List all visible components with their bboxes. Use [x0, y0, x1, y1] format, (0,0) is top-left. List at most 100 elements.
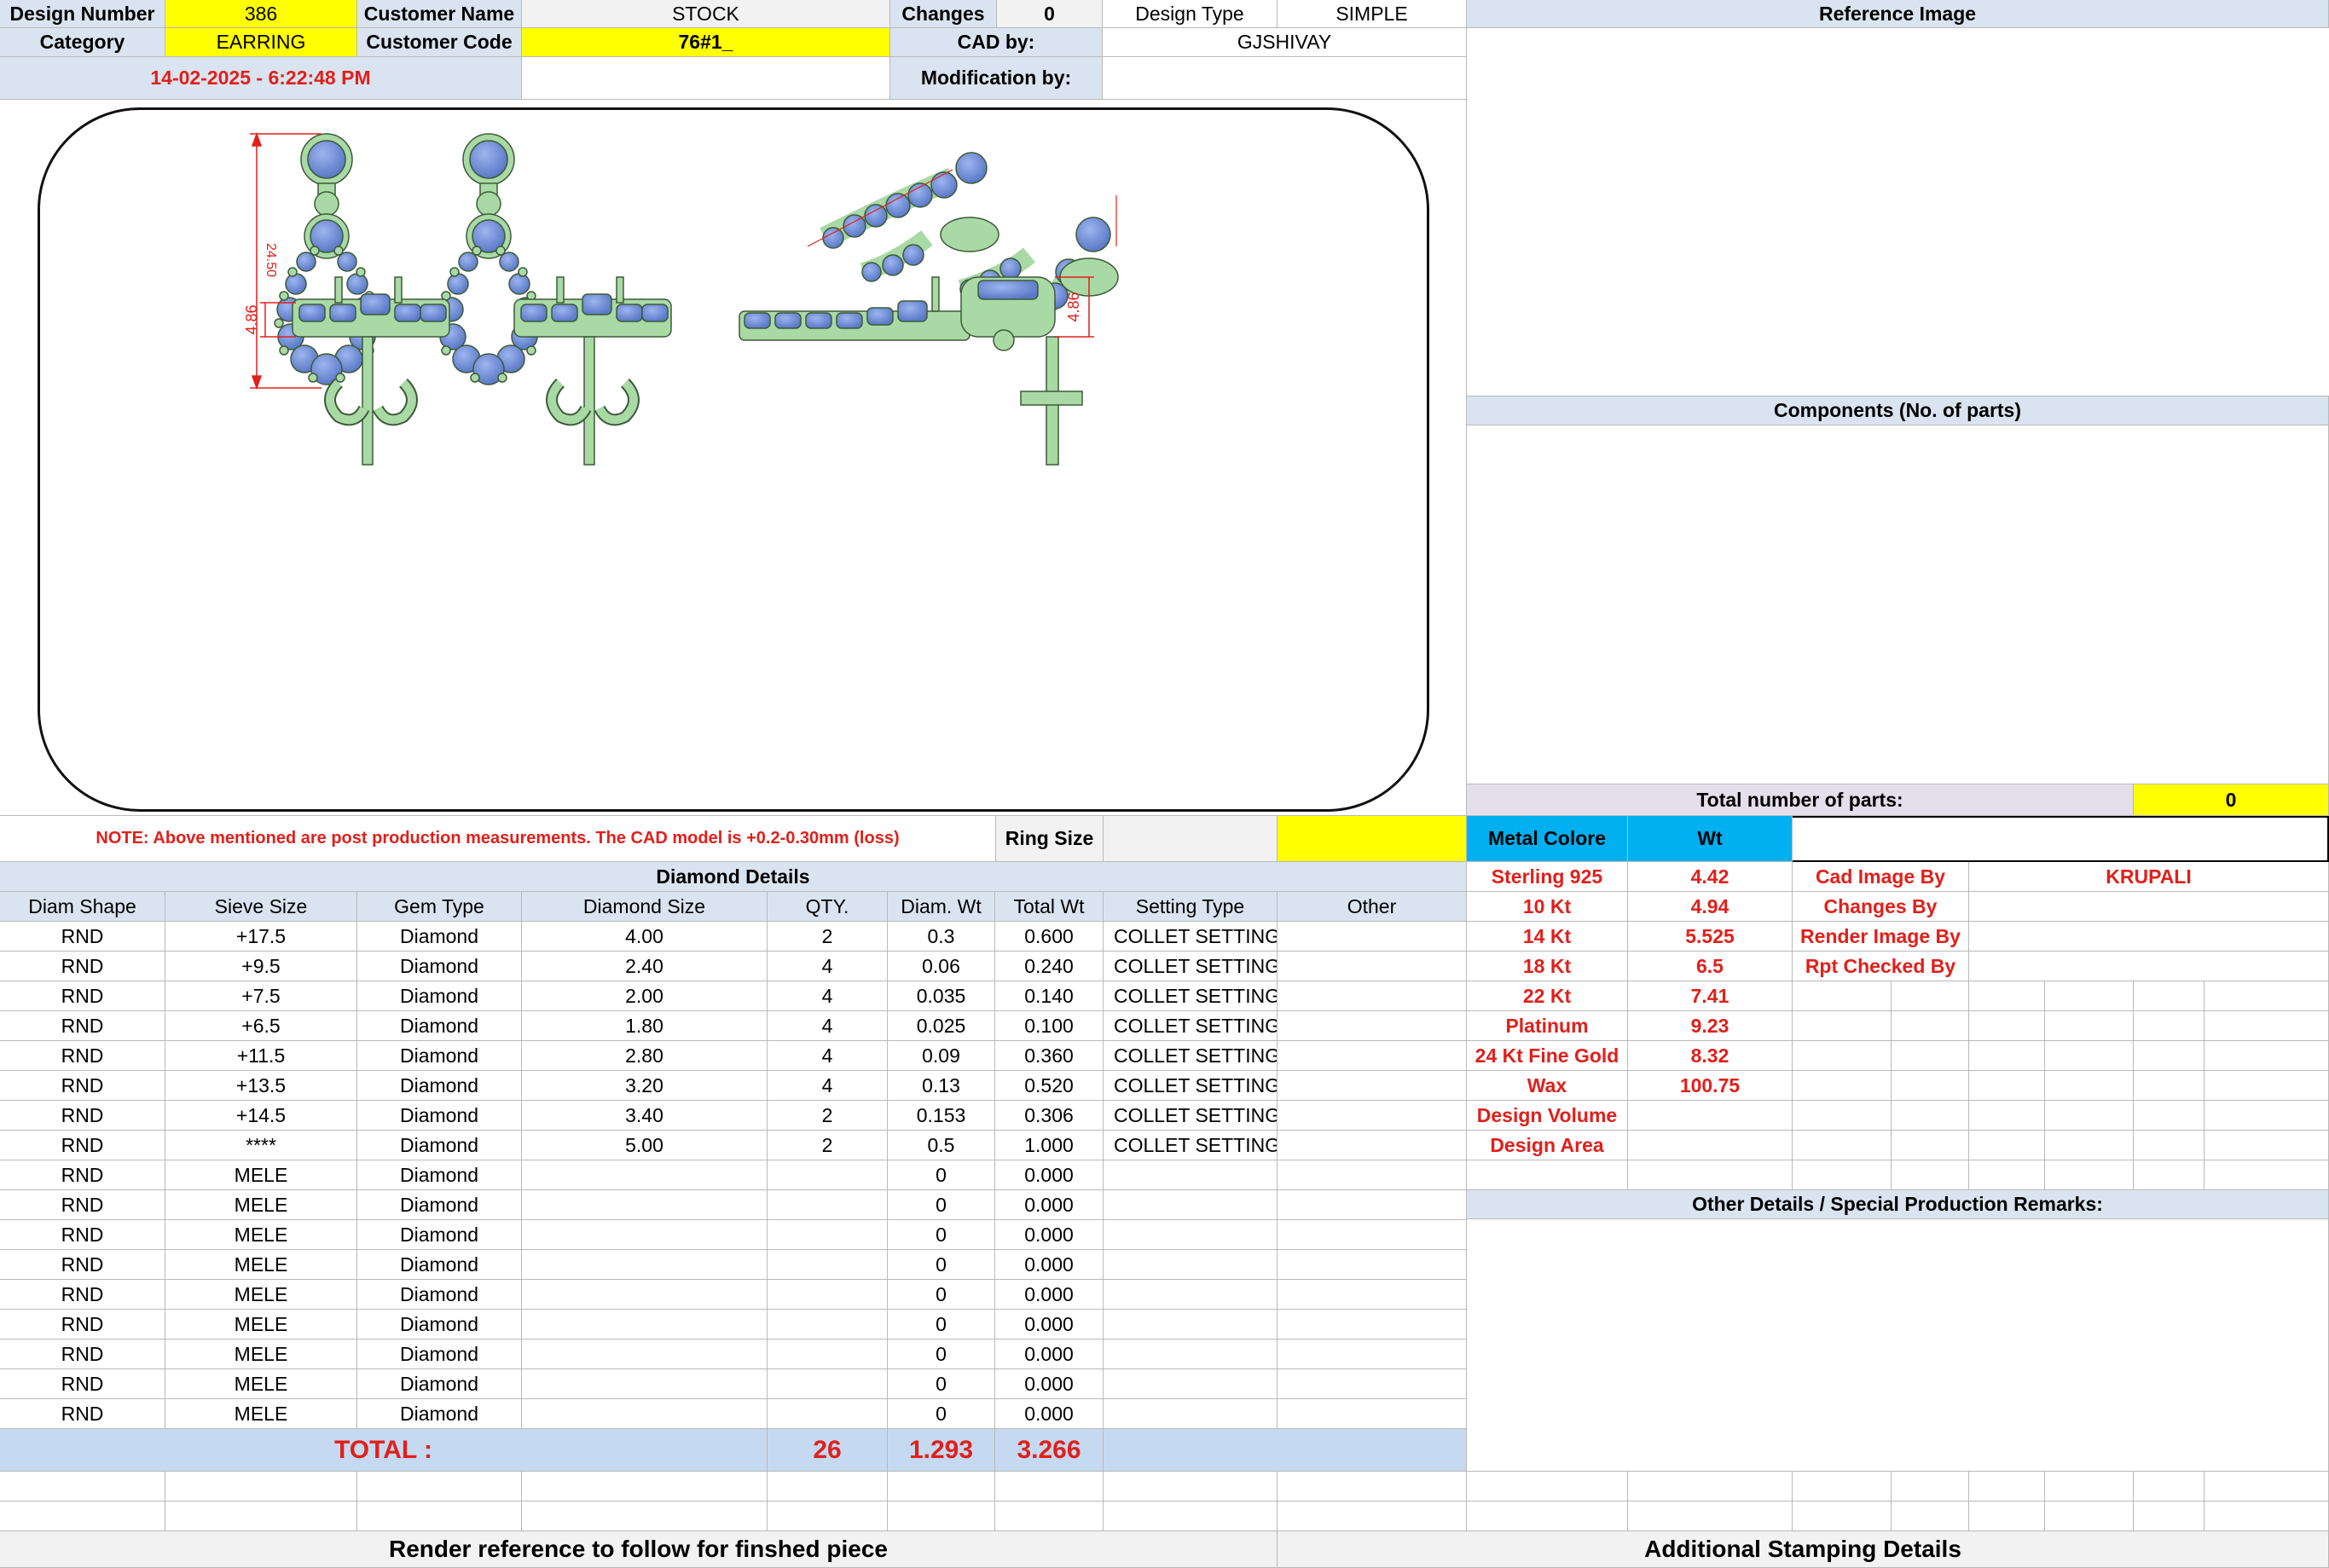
blank-grid-cell[interactable]	[2045, 1501, 2134, 1531]
diamond-cell[interactable]: 1.80	[522, 1011, 768, 1041]
metal-grid-cell[interactable]	[1969, 1041, 2045, 1071]
diamond-cell[interactable]	[1277, 981, 1467, 1011]
diamond-cell[interactable]: 0.035	[888, 981, 995, 1011]
diamond-cell[interactable]: RND	[0, 1250, 165, 1280]
diamond-cell[interactable]: 2.80	[522, 1041, 768, 1071]
metal-grid-cell[interactable]	[2204, 1160, 2329, 1190]
metal-weight[interactable]	[1628, 1131, 1793, 1160]
diamond-cell[interactable]	[522, 1250, 768, 1280]
blank-grid-cell[interactable]	[1467, 1501, 1628, 1531]
metal-grid-cell[interactable]	[2045, 1131, 2134, 1160]
diamond-cell[interactable]: 4	[768, 1041, 888, 1071]
metal-grid-cell[interactable]	[2134, 981, 2204, 1011]
diamond-cell[interactable]: 2	[768, 1101, 888, 1131]
blank-grid-cell[interactable]	[768, 1501, 888, 1531]
diamond-cell[interactable]: 0.520	[995, 1071, 1104, 1101]
diamond-cell[interactable]	[768, 1310, 888, 1339]
diamond-cell[interactable]	[768, 1280, 888, 1310]
blank-grid-cell[interactable]	[2134, 1501, 2204, 1531]
diamond-cell[interactable]: 0.3	[888, 922, 995, 952]
category-value[interactable]: EARRING	[165, 28, 357, 57]
metal-grid-cell[interactable]	[1628, 1160, 1793, 1190]
metal-weight[interactable]: 9.23	[1628, 1011, 1793, 1041]
blank-grid-cell[interactable]	[1277, 1472, 1467, 1501]
metal-grid-cell[interactable]	[1892, 1160, 1969, 1190]
diamond-cell[interactable]: 0	[888, 1399, 995, 1429]
metal-grid-cell[interactable]	[1793, 1160, 1892, 1190]
diamond-cell[interactable]: Diamond	[357, 1190, 522, 1220]
diamond-cell[interactable]	[522, 1160, 768, 1190]
diamond-cell[interactable]: Diamond	[357, 1280, 522, 1310]
diamond-cell[interactable]: 0.000	[995, 1220, 1104, 1250]
blank-grid-cell[interactable]	[995, 1472, 1104, 1501]
diamond-cell[interactable]: RND	[0, 1041, 165, 1071]
diamond-cell[interactable]: Diamond	[357, 922, 522, 952]
metal-grid-cell[interactable]	[1969, 1160, 2045, 1190]
blank-grid-cell[interactable]	[1892, 1472, 1969, 1501]
diamond-cell[interactable]	[1104, 1220, 1277, 1250]
diamond-cell[interactable]: 0.306	[995, 1101, 1104, 1131]
diamond-cell[interactable]	[522, 1339, 768, 1369]
diamond-cell[interactable]: COLLET SETTING	[1104, 1071, 1277, 1101]
design-number-value[interactable]: 386	[165, 0, 357, 28]
diamond-cell[interactable]: Diamond	[357, 1250, 522, 1280]
diamond-cell[interactable]: 0.153	[888, 1101, 995, 1131]
diamond-cell[interactable]: Diamond	[357, 1131, 522, 1160]
diamond-cell[interactable]: 4.00	[522, 922, 768, 952]
metal-grid-cell[interactable]	[2045, 1041, 2134, 1071]
diamond-cell[interactable]: 0.000	[995, 1280, 1104, 1310]
diamond-cell[interactable]: 0.06	[888, 952, 995, 981]
metal-weight[interactable]: 7.41	[1628, 981, 1793, 1011]
changes-value[interactable]: 0	[997, 0, 1103, 28]
metal-grid-cell[interactable]	[2204, 1131, 2329, 1160]
diamond-cell[interactable]	[522, 1369, 768, 1399]
diamond-cell[interactable]	[1277, 1310, 1467, 1339]
metal-weight[interactable]: 5.525	[1628, 922, 1793, 952]
blank-grid-cell[interactable]	[1467, 1472, 1628, 1501]
blank-grid-cell[interactable]	[768, 1472, 888, 1501]
diamond-cell[interactable]	[1104, 1190, 1277, 1220]
diamond-cell[interactable]	[522, 1310, 768, 1339]
diamond-cell[interactable]: MELE	[165, 1190, 357, 1220]
diamond-cell[interactable]	[1104, 1250, 1277, 1280]
diamond-cell[interactable]: +11.5	[165, 1041, 357, 1071]
diamond-cell[interactable]: 4	[768, 1011, 888, 1041]
blank-grid-cell[interactable]	[0, 1472, 165, 1501]
diamond-cell[interactable]: Diamond	[357, 981, 522, 1011]
blank-grid-cell[interactable]	[1969, 1501, 2045, 1531]
diamond-cell[interactable]: 4	[768, 1071, 888, 1101]
diamond-cell[interactable]: RND	[0, 1399, 165, 1429]
ring-size-highlight[interactable]	[1277, 816, 1467, 862]
diamond-cell[interactable]: +17.5	[165, 922, 357, 952]
metal-weight[interactable]: 100.75	[1628, 1071, 1793, 1101]
blank-grid-cell[interactable]	[1104, 1472, 1277, 1501]
diamond-cell[interactable]	[1277, 1250, 1467, 1280]
metal-grid-cell[interactable]	[1892, 1041, 1969, 1071]
blank-grid-cell[interactable]	[1793, 1472, 1892, 1501]
diamond-cell[interactable]	[1277, 952, 1467, 981]
blank-grid-cell[interactable]	[888, 1472, 995, 1501]
metal-weight[interactable]	[1628, 1101, 1793, 1131]
diamond-cell[interactable]	[768, 1250, 888, 1280]
diamond-cell[interactable]: COLLET SETTING	[1104, 1131, 1277, 1160]
diamond-cell[interactable]: 3.40	[522, 1101, 768, 1131]
diamond-cell[interactable]: MELE	[165, 1280, 357, 1310]
diamond-cell[interactable]	[1277, 1160, 1467, 1190]
cad-by-value[interactable]: GJSHIVAY	[1103, 28, 1467, 57]
blank-grid-cell[interactable]	[995, 1501, 1104, 1531]
metal-weight[interactable]: 6.5	[1628, 952, 1793, 981]
other-details-area[interactable]	[1467, 1219, 2329, 1472]
diamond-cell[interactable]: 0	[888, 1310, 995, 1339]
diamond-cell[interactable]	[1277, 1101, 1467, 1131]
diamond-cell[interactable]	[1277, 1190, 1467, 1220]
diamond-cell[interactable]: Diamond	[357, 1041, 522, 1071]
diamond-cell[interactable]: RND	[0, 1280, 165, 1310]
diamond-cell[interactable]: 0	[888, 1160, 995, 1190]
diamond-cell[interactable]	[1277, 1071, 1467, 1101]
blank-grid-cell[interactable]	[2134, 1472, 2204, 1501]
blank-grid-cell[interactable]	[522, 1501, 768, 1531]
diamond-cell[interactable]: RND	[0, 1101, 165, 1131]
diamond-cell[interactable]	[768, 1339, 888, 1369]
diamond-cell[interactable]: 0.600	[995, 922, 1104, 952]
diamond-cell[interactable]: COLLET SETTING	[1104, 1041, 1277, 1071]
